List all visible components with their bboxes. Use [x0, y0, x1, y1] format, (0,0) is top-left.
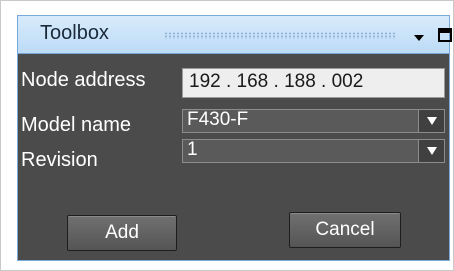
- toolbox-window: Toolbox Node address 192 . 168 . 188 . 0…: [0, 0, 454, 271]
- revision-value: 1: [187, 139, 198, 160]
- add-button[interactable]: Add: [67, 215, 177, 251]
- revision-dropdown[interactable]: [418, 140, 444, 162]
- title-bar[interactable]: Toolbox: [17, 15, 452, 54]
- node-address-input[interactable]: 192 . 168 . 188 . 002: [182, 68, 445, 98]
- revision-select[interactable]: 1: [182, 139, 445, 163]
- node-address-label: Node address: [21, 69, 146, 91]
- toolbox-panel: Node address 192 . 168 . 188 . 002 Model…: [17, 54, 450, 261]
- chevron-down-icon: [427, 147, 437, 155]
- revision-label: Revision: [21, 149, 98, 171]
- model-name-label: Model name: [21, 114, 132, 136]
- model-name-dropdown[interactable]: [418, 110, 444, 132]
- model-name-select[interactable]: F430-F: [182, 109, 445, 133]
- window-title: Toolbox: [40, 22, 109, 44]
- cancel-button[interactable]: Cancel: [289, 212, 401, 248]
- dropdown-arrow-icon[interactable]: [410, 25, 428, 45]
- maximize-box-icon[interactable]: [436, 25, 454, 45]
- chevron-down-icon: [427, 117, 437, 125]
- drag-grip[interactable]: [164, 32, 396, 39]
- model-name-value: F430-F: [187, 109, 249, 130]
